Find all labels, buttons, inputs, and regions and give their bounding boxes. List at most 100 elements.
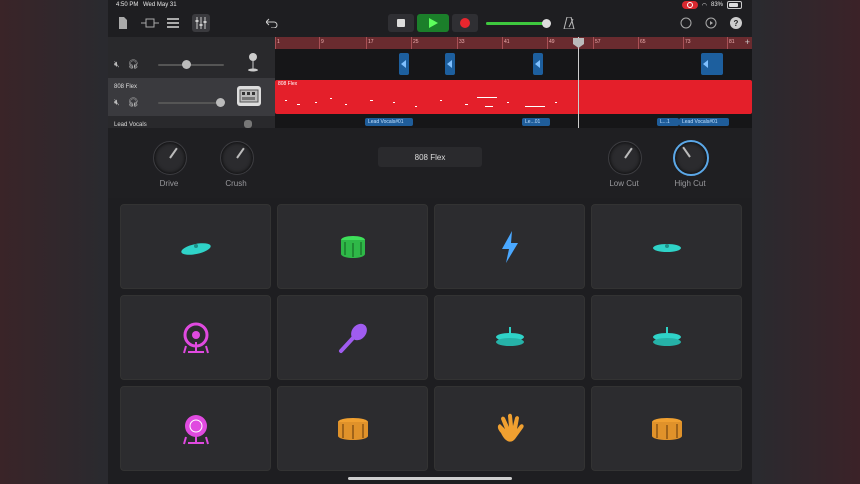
audio-region-label[interactable]: Lead Vocals#01 bbox=[679, 118, 729, 126]
mute-icon[interactable]: 🔇︎ bbox=[114, 59, 120, 70]
ruler-mark: 65 bbox=[640, 39, 646, 45]
record-icon bbox=[460, 18, 470, 28]
ruler-mark: 41 bbox=[504, 39, 510, 45]
record-button[interactable] bbox=[452, 14, 478, 32]
audio-region[interactable] bbox=[399, 53, 409, 75]
track-headers: 🔇︎ 🎧︎ 808 Flex 🔇︎ 🎧︎ Lead Vocals bbox=[108, 37, 275, 128]
tom-drum-icon bbox=[651, 417, 682, 440]
status-bar: 4:50 PM Wed May 31 ◠ 83% bbox=[108, 0, 752, 11]
svg-text:?: ? bbox=[734, 19, 739, 28]
drive-knob[interactable] bbox=[153, 141, 187, 175]
status-date: Wed May 31 bbox=[143, 2, 177, 8]
drum-pad-3[interactable] bbox=[434, 204, 585, 289]
ruler-mark: 9 bbox=[321, 39, 324, 45]
home-indicator[interactable] bbox=[348, 477, 512, 480]
ruler-mark: 17 bbox=[368, 39, 374, 45]
toolbar: ? bbox=[108, 11, 752, 37]
track-header-1[interactable]: 🔇︎ 🎧︎ bbox=[108, 37, 275, 77]
list-view-icon[interactable] bbox=[164, 14, 182, 32]
status-time: 4:50 PM bbox=[116, 2, 139, 8]
playhead[interactable] bbox=[578, 37, 579, 128]
ruler-mark: 57 bbox=[595, 39, 601, 45]
crush-label: Crush bbox=[225, 179, 247, 188]
track-name: 808 Flex bbox=[114, 84, 138, 90]
crush-knob[interactable] bbox=[220, 141, 254, 175]
ruler-mark: 1 bbox=[277, 39, 280, 45]
add-section-icon[interactable]: + bbox=[745, 37, 750, 47]
track-header-3[interactable]: Lead Vocals bbox=[108, 117, 275, 128]
play-icon bbox=[428, 18, 438, 28]
master-volume-slider[interactable] bbox=[486, 19, 551, 28]
track-header-2[interactable]: 808 Flex 🔇︎ 🎧︎ bbox=[108, 78, 275, 116]
drum-lane: 808 Flex bbox=[275, 79, 752, 115]
drum-region[interactable]: 808 Flex bbox=[275, 80, 752, 114]
kit-name-display[interactable]: 808 Flex bbox=[378, 147, 482, 167]
hihat-icon bbox=[495, 326, 524, 346]
mixer-icon[interactable] bbox=[192, 14, 210, 32]
tracks-area: 🔇︎ 🎧︎ 808 Flex 🔇︎ 🎧︎ Lead Vocals 1 9 17 … bbox=[108, 37, 752, 128]
loop-icon[interactable] bbox=[677, 14, 695, 32]
settings-icon[interactable] bbox=[702, 14, 720, 32]
hihat-icon bbox=[652, 326, 681, 346]
ruler-mark: 25 bbox=[413, 39, 419, 45]
drum-region-label: 808 Flex bbox=[278, 81, 298, 87]
cymbal-icon bbox=[180, 242, 211, 255]
drum-pad-8[interactable] bbox=[591, 295, 742, 380]
stop-icon bbox=[397, 19, 405, 27]
audio-region[interactable] bbox=[533, 53, 543, 75]
metronome-icon[interactable] bbox=[560, 14, 578, 32]
stop-button[interactable] bbox=[388, 14, 414, 32]
kick-drum-icon bbox=[182, 322, 209, 353]
tom-drum-icon bbox=[337, 417, 368, 440]
wifi-icon: ◠ bbox=[701, 2, 707, 9]
snare-drum-icon bbox=[340, 235, 365, 258]
headphones-icon[interactable]: 🎧︎ bbox=[128, 97, 139, 108]
ruler-mark: 49 bbox=[549, 39, 555, 45]
high-cut-label: High Cut bbox=[674, 179, 706, 188]
garageband-window: 4:50 PM Wed May 31 ◠ 83% ? 🔇︎ 🎧︎ 808 Fle… bbox=[108, 0, 752, 484]
play-button[interactable] bbox=[417, 14, 449, 32]
screen-recording-icon[interactable] bbox=[681, 1, 698, 9]
battery-percent: 83% bbox=[710, 2, 723, 8]
ruler-mark: 33 bbox=[459, 39, 465, 45]
headphones-icon[interactable]: 🎧︎ bbox=[128, 59, 139, 70]
hand-clap-icon bbox=[497, 413, 524, 442]
low-cut-knob[interactable] bbox=[608, 141, 642, 175]
microphone-icon bbox=[244, 120, 252, 128]
drum-pad-11[interactable] bbox=[434, 386, 585, 471]
drum-pad-5[interactable] bbox=[120, 295, 271, 380]
track-volume-slider[interactable] bbox=[158, 98, 225, 107]
kick-drum-icon bbox=[182, 414, 209, 444]
drum-pad-2[interactable] bbox=[277, 204, 428, 289]
drum-pad-12[interactable] bbox=[591, 386, 742, 471]
vocal-lane-2: Lead Vocals#01 Le...01 L...1 Lead Vocals… bbox=[275, 117, 752, 128]
audio-region-label[interactable]: L...1 bbox=[657, 118, 679, 126]
drum-pad-6[interactable] bbox=[277, 295, 428, 380]
track-volume-slider[interactable] bbox=[158, 60, 224, 69]
mute-icon[interactable]: 🔇︎ bbox=[114, 97, 120, 108]
low-cut-label: Low Cut bbox=[609, 179, 639, 188]
ruler-mark: 73 bbox=[685, 39, 691, 45]
timeline[interactable]: 808 Flex Lead Vocals#01 Le...01 L...1 Le… bbox=[275, 49, 752, 128]
drum-machine-icon bbox=[237, 86, 261, 106]
cymbal-icon bbox=[652, 243, 681, 252]
drum-pad-1[interactable] bbox=[120, 204, 271, 289]
high-cut-knob[interactable] bbox=[673, 140, 709, 176]
document-icon[interactable] bbox=[114, 14, 132, 32]
microphone-icon bbox=[241, 52, 265, 72]
drum-pad-7[interactable] bbox=[434, 295, 585, 380]
ruler-mark: 81 bbox=[729, 39, 735, 45]
audio-region-label[interactable]: Le...01 bbox=[522, 118, 550, 126]
audio-region-label[interactable]: Lead Vocals#01 bbox=[365, 118, 413, 126]
timeline-ruler[interactable]: 1 9 17 25 33 41 49 57 65 73 81 + bbox=[275, 37, 752, 49]
drum-pad-9[interactable] bbox=[120, 386, 271, 471]
drum-pad-4[interactable] bbox=[591, 204, 742, 289]
help-icon[interactable]: ? bbox=[727, 14, 745, 32]
undo-icon[interactable] bbox=[263, 14, 281, 32]
audio-region[interactable] bbox=[445, 53, 455, 75]
drum-pad-10[interactable] bbox=[277, 386, 428, 471]
audio-region[interactable] bbox=[701, 53, 723, 75]
battery-icon bbox=[727, 1, 742, 9]
track-view-icon[interactable] bbox=[141, 14, 159, 32]
vocal-lane-1 bbox=[275, 51, 752, 77]
